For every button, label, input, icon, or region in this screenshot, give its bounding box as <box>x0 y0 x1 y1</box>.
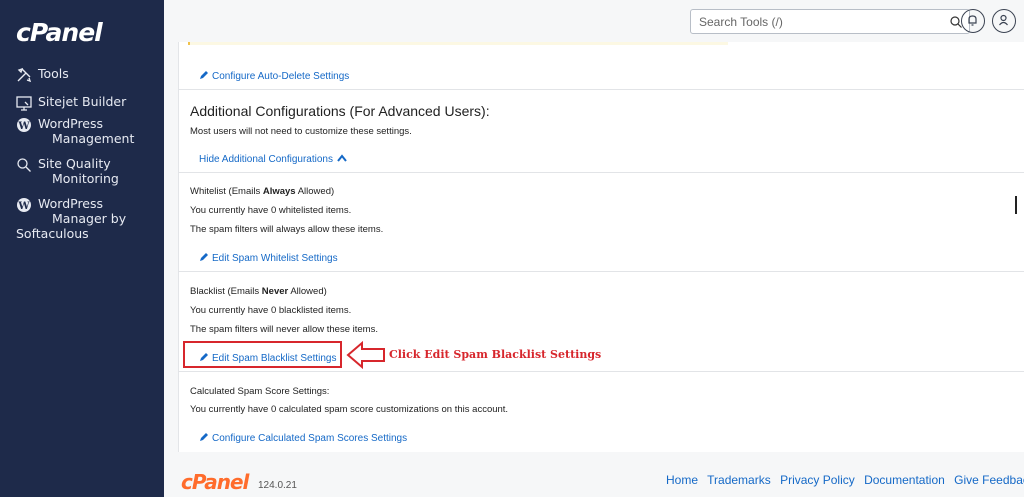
whitelist-desc: The spam filters will always allow these… <box>190 224 384 235</box>
monitor-icon <box>16 96 32 111</box>
configure-score-link[interactable]: Configure Calculated Spam Scores Setting… <box>199 428 407 446</box>
bell-icon <box>968 15 977 26</box>
edit-whitelist-link[interactable]: Edit Spam Whitelist Settings <box>199 248 338 266</box>
sidebar-item-wordpress-softaculous[interactable]: W WordPress Manager by Softaculous <box>0 196 164 241</box>
user-icon <box>999 14 1008 26</box>
wordpress-icon: W <box>17 118 31 132</box>
user-menu-button[interactable] <box>992 9 1016 33</box>
search-magnify-icon <box>17 158 31 172</box>
pencil-icon <box>200 253 208 261</box>
search-placeholder: Search Tools (/) <box>699 15 783 29</box>
sidebar-item-label: WordPress <box>38 196 104 211</box>
sidebar-item-site-quality[interactable]: Site Quality Monitoring <box>0 156 164 186</box>
advanced-desc: Most users will not need to customize th… <box>190 126 412 137</box>
score-desc: You currently have 0 calculated spam sco… <box>190 404 509 415</box>
notice-bar <box>188 42 728 45</box>
whitelist-count: You currently have 0 whitelisted items. <box>190 205 352 216</box>
chevron-up-icon <box>337 154 348 162</box>
pencil-icon <box>200 71 208 79</box>
footer-version: 124.0.21 <box>258 480 297 491</box>
text-cursor <box>1015 196 1017 214</box>
footer-link-documentation[interactable]: Documentation <box>864 473 945 487</box>
sidebar-item-tools[interactable]: Tools <box>0 66 164 83</box>
wordpress-icon: W <box>17 198 31 212</box>
sidebar-item-label-line2: Monitoring <box>52 171 119 186</box>
sidebar-item-label-line2: Management <box>52 131 135 146</box>
svg-text:W: W <box>17 201 30 212</box>
sidebar-item-label: Site Quality <box>38 156 111 171</box>
score-title: Calculated Spam Score Settings: <box>190 386 330 397</box>
blacklist-count: You currently have 0 blacklisted items. <box>190 305 352 316</box>
divider <box>178 89 1024 90</box>
blacklist-desc: The spam filters will never allow these … <box>190 324 378 335</box>
sidebar-item-label-line2: Manager by <box>52 211 127 226</box>
divider <box>178 172 1024 173</box>
pencil-icon <box>200 433 208 441</box>
sidebar-item-label: WordPress <box>38 116 104 131</box>
cpanel-logo[interactable]: cPanel <box>16 18 103 47</box>
sidebar: cPanel Tools Sitejet Builder W WordPress… <box>0 0 164 497</box>
sidebar-nav: Tools Sitejet Builder W WordPress Manage… <box>0 62 164 241</box>
sidebar-item-sitejet[interactable]: Sitejet Builder <box>0 94 164 111</box>
footer-link-privacy[interactable]: Privacy Policy <box>780 473 855 487</box>
annotation-text: Click Edit Spam Blacklist Settings <box>389 348 602 361</box>
svg-text:W: W <box>17 121 30 132</box>
whitelist-title: Whitelist (Emails Always Allowed) <box>190 186 335 197</box>
left-arrow-annotation-icon <box>346 340 385 370</box>
tools-icon <box>17 67 32 83</box>
footer-link-feedback[interactable]: Give Feedback <box>954 473 1024 487</box>
top-bar: Search Tools (/) <box>164 0 1024 42</box>
auto-delete-link[interactable]: Configure Auto-Delete Settings <box>199 66 349 84</box>
footer-link-home[interactable]: Home <box>666 473 698 487</box>
divider <box>178 271 1024 272</box>
sidebar-item-label: Tools <box>38 66 69 81</box>
blacklist-title: Blacklist (Emails Never Allowed) <box>190 286 327 297</box>
footer-cpanel-logo[interactable]: cPanel <box>181 470 249 494</box>
highlight-box <box>183 341 342 368</box>
divider <box>178 371 1024 372</box>
notifications-button[interactable] <box>961 9 985 33</box>
sidebar-item-label-line3: Softaculous <box>16 226 89 241</box>
sidebar-item-wordpress-management[interactable]: W WordPress Management <box>0 116 164 146</box>
sidebar-item-label: Sitejet Builder <box>38 94 127 109</box>
hide-configurations-link[interactable]: Hide Additional Configurations <box>199 149 348 167</box>
footer-link-trademarks[interactable]: Trademarks <box>707 473 771 487</box>
footer-links: Home Trademarks Privacy Policy Documenta… <box>666 473 1024 487</box>
advanced-title: Additional Configurations (For Advanced … <box>190 103 490 119</box>
search-input[interactable]: Search Tools (/) <box>690 9 970 34</box>
